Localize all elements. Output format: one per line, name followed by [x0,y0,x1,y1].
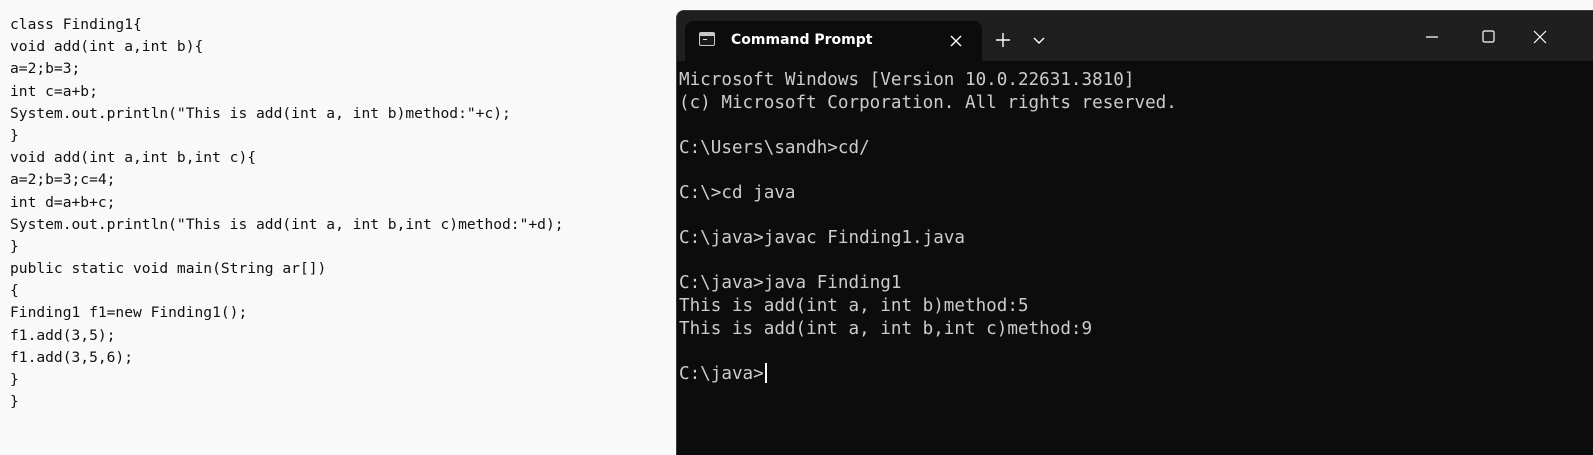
terminal-line: This is add(int a, int b,int c)method:9 [679,318,1093,339]
code-line: System.out.println("This is add(int a, i… [10,215,564,233]
code-line: } [10,371,19,388]
new-tab-button[interactable] [991,28,1015,52]
code-line: void add(int a,int b){ [10,38,204,56]
terminal-icon [699,32,715,46]
code-line: f1.add(3,5); [10,326,116,344]
code-line: System.out.println("This is add(int a, i… [10,104,511,122]
code-line: a=2;b=3; [10,60,81,78]
code-line: a=2;b=3;c=4; [10,171,116,189]
command-input[interactable] [766,363,768,384]
code-line: int c=a+b; [10,82,98,100]
code-line: int d=a+b+c; [10,193,116,211]
command-prompt: C:\java> [679,363,764,384]
code-line: } [10,126,19,144]
chevron-down-icon [1033,37,1045,44]
code-line: class Finding1{ [10,16,142,33]
code-line: f1.add(3,5,6); [10,348,134,366]
terminal-line: C:\java>java Finding1 [679,273,902,294]
code-line: } [10,393,19,411]
close-icon [1533,30,1547,44]
maximize-icon [1482,30,1495,43]
code-line: public static void main(String ar[]) [10,260,327,278]
terminal-window: Command Prompt Microsoft Windows [Versio… [676,10,1593,455]
code-line: Finding1 f1=new Finding1(); [10,304,248,322]
close-tab-button[interactable] [944,29,968,53]
close-icon [950,35,962,47]
maximize-button[interactable] [1465,19,1511,55]
code-line: void add(int a,int b,int c){ [10,149,257,167]
code-editor-panel[interactable]: class Finding1{ void add(int a,int b){ a… [0,0,672,455]
code-line: { [10,282,19,300]
plus-icon [996,33,1010,47]
tab-command-prompt[interactable]: Command Prompt [685,21,982,61]
terminal-line: (c) Microsoft Corporation. All rights re… [679,92,1177,113]
title-bar[interactable]: Command Prompt [677,11,1593,61]
tab-title: Command Prompt [731,32,873,48]
minimize-button[interactable] [1409,19,1455,55]
terminal-line: This is add(int a, int b)method:5 [679,295,1029,316]
prompt-line[interactable]: C:\java> [679,362,1593,386]
terminal-line: Microsoft Windows [Version 10.0.22631.38… [679,70,1135,90]
close-window-button[interactable] [1517,19,1563,55]
minimize-icon [1426,36,1438,38]
terminal-line: C:\java>javac Finding1.java [679,228,965,249]
terminal-line: C:\>cd java [679,182,796,203]
terminal-output[interactable]: Microsoft Windows [Version 10.0.22631.38… [679,69,1593,455]
terminal-line: C:\Users\sandh>cd/ [679,137,870,158]
code-lines: class Finding1{ void add(int a,int b){ a… [10,14,564,413]
code-line: } [10,237,19,255]
tab-dropdown-button[interactable] [1027,28,1051,52]
